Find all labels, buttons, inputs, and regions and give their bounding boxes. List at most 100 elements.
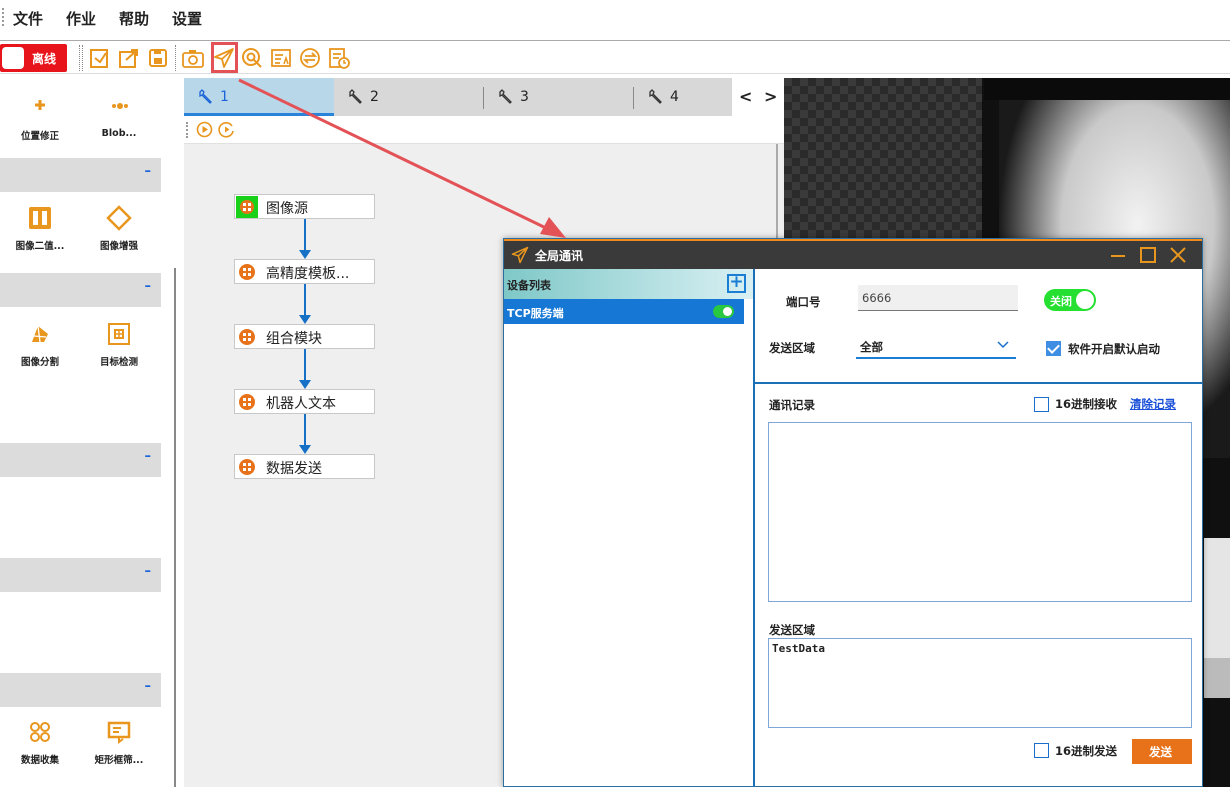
- tool-label: 图像二值...: [15, 241, 65, 252]
- send-area-value: 全部: [860, 340, 883, 354]
- close-icon[interactable]: [1167, 244, 1189, 266]
- category-bar[interactable]: –: [0, 673, 161, 707]
- tool-blob[interactable]: Blob...: [79, 94, 159, 139]
- tab-next-button[interactable]: >: [764, 87, 777, 106]
- device-list-header: 设备列表: [504, 269, 753, 299]
- device-list-title: 设备列表: [507, 279, 551, 292]
- send-textarea[interactable]: TestData: [768, 638, 1192, 728]
- tab-flow-2[interactable]: 2: [334, 78, 484, 116]
- send-button[interactable]: 发送: [1132, 739, 1192, 764]
- tab-flow-4[interactable]: 4: [634, 78, 732, 116]
- send-button-label: 发送: [1149, 745, 1172, 759]
- offline-toggle-button[interactable]: 离线: [0, 44, 67, 72]
- collapse-button[interactable]: –: [145, 279, 152, 294]
- add-device-button[interactable]: +: [727, 274, 746, 293]
- tool-label: 矩形框筛...: [94, 755, 144, 766]
- annotation-highlight-box: [211, 42, 238, 73]
- save-icon[interactable]: [146, 46, 170, 70]
- schedule-icon[interactable]: [327, 46, 351, 70]
- tool-enhance[interactable]: 图像增强: [79, 204, 159, 252]
- flow-node-data-send[interactable]: 数据发送: [234, 454, 375, 479]
- send-icon: [510, 245, 530, 265]
- toggle-knob: [1076, 291, 1094, 309]
- tool-label: 图像增强: [99, 241, 138, 252]
- wrench-icon: [648, 89, 664, 109]
- port-open-toggle[interactable]: 关闭: [1044, 289, 1096, 311]
- toolbar: 离线: [0, 40, 1230, 74]
- send-area-label: 发送区域: [769, 341, 815, 355]
- tab-flow-1[interactable]: 1: [184, 78, 334, 116]
- minimize-icon[interactable]: [1107, 244, 1129, 266]
- tool-label: 位置修正: [20, 131, 59, 142]
- maximize-icon[interactable]: [1137, 244, 1159, 266]
- flow-node-combine[interactable]: 组合模块: [234, 324, 375, 349]
- comm-log-textarea[interactable]: [768, 422, 1192, 602]
- clear-log-link[interactable]: 清除记录: [1130, 396, 1176, 412]
- module-icon: [237, 392, 257, 412]
- tool-data-collect[interactable]: 数据收集: [0, 718, 80, 766]
- autostart-label: 软件开启默认启动: [1068, 342, 1160, 356]
- tool-label: Blob...: [101, 128, 137, 139]
- hex-send-checkbox[interactable]: [1034, 743, 1049, 758]
- tool-binarize[interactable]: 图像二值...: [0, 204, 80, 252]
- dialog-title-bar[interactable]: 全局通讯: [504, 239, 1202, 269]
- run-once-icon[interactable]: [196, 121, 213, 141]
- category-bar[interactable]: –: [0, 558, 161, 592]
- export-icon[interactable]: [117, 46, 141, 70]
- hex-receive-checkbox[interactable]: [1034, 397, 1049, 412]
- category-bar[interactable]: –: [0, 443, 161, 477]
- tool-detect[interactable]: 目标检测: [79, 320, 159, 368]
- flow-node-template-match[interactable]: 高精度模板...: [234, 259, 375, 284]
- autostart-checkbox[interactable]: [1046, 341, 1061, 356]
- log-label: 通讯记录: [769, 398, 815, 412]
- tool-panel: 位置修正 Blob... – 图像二值... 图像增强 – 图像分割 目标检测: [0, 78, 165, 787]
- collapse-button[interactable]: –: [145, 679, 152, 694]
- position-correction-icon: [26, 94, 54, 122]
- node-label: 机器人文本: [266, 396, 336, 412]
- menu-settings[interactable]: 设置: [172, 8, 202, 29]
- device-enable-toggle[interactable]: [713, 305, 734, 318]
- tool-panel-scrollbar[interactable]: [174, 268, 176, 787]
- menu-job[interactable]: 作业: [66, 8, 96, 29]
- import-icon[interactable]: [88, 46, 112, 70]
- flow-connector: [304, 284, 306, 317]
- tool-segment[interactable]: 图像分割: [0, 320, 80, 368]
- run-loop-icon[interactable]: [218, 121, 235, 141]
- port-field[interactable]: 6666: [858, 285, 1018, 311]
- collapse-button[interactable]: –: [145, 564, 152, 579]
- tab-prev-button[interactable]: <: [739, 87, 752, 106]
- flow-connector: [304, 349, 306, 382]
- dialog-title: 全局通讯: [535, 249, 584, 263]
- swap-icon[interactable]: [298, 46, 322, 70]
- collapse-button[interactable]: –: [145, 164, 152, 179]
- flow-arrowhead: [299, 315, 311, 324]
- category-bar[interactable]: –: [0, 273, 161, 307]
- text-icon[interactable]: [269, 46, 293, 70]
- tab-flow-3[interactable]: 3: [484, 78, 634, 116]
- menu-file[interactable]: 文件: [13, 8, 43, 29]
- flow-node-robot-text[interactable]: 机器人文本: [234, 389, 375, 414]
- module-icon: [237, 327, 257, 347]
- collapse-button[interactable]: –: [145, 449, 152, 464]
- target-icon[interactable]: [240, 46, 264, 70]
- flow-arrowhead: [299, 250, 311, 259]
- node-label: 数据发送: [266, 461, 322, 477]
- category-bar[interactable]: –: [0, 158, 161, 192]
- flow-toolbar-grip: [186, 122, 188, 138]
- port-label: 端口号: [786, 295, 821, 309]
- chevron-down-icon: [996, 337, 1010, 351]
- module-icon: [237, 457, 257, 477]
- binarize-icon: [26, 204, 54, 232]
- send-area-select[interactable]: 全部: [856, 335, 1016, 359]
- camera-icon[interactable]: [181, 46, 205, 70]
- data-collect-icon: [26, 718, 54, 746]
- port-value: 6666: [862, 291, 892, 305]
- flow-node-image-source[interactable]: 图像源: [234, 194, 375, 219]
- dialog-divider-vertical: [753, 269, 755, 787]
- tool-rect-filter[interactable]: 矩形框筛...: [79, 718, 159, 766]
- global-comm-dialog: 全局通讯 设备列表 + TCP服务端 端口号 6666 关闭 发送区域 全部 软…: [503, 238, 1203, 787]
- tool-position-correction[interactable]: 位置修正: [0, 94, 80, 142]
- device-list-item[interactable]: TCP服务端: [504, 299, 744, 324]
- menu-help[interactable]: 帮助: [119, 8, 149, 29]
- module-icon: [236, 196, 258, 218]
